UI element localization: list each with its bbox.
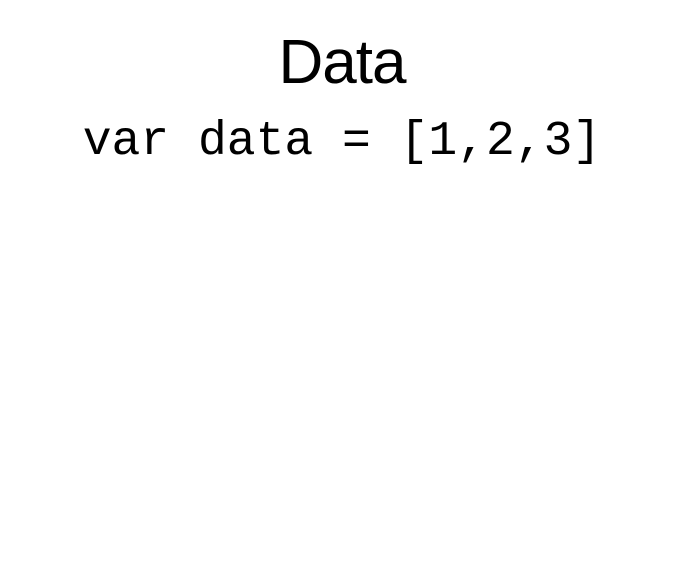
slide: Data var data = [1,2,3] — [0, 0, 684, 588]
code-snippet: var data = [1,2,3] — [82, 115, 602, 169]
slide-title: Data — [278, 28, 407, 97]
